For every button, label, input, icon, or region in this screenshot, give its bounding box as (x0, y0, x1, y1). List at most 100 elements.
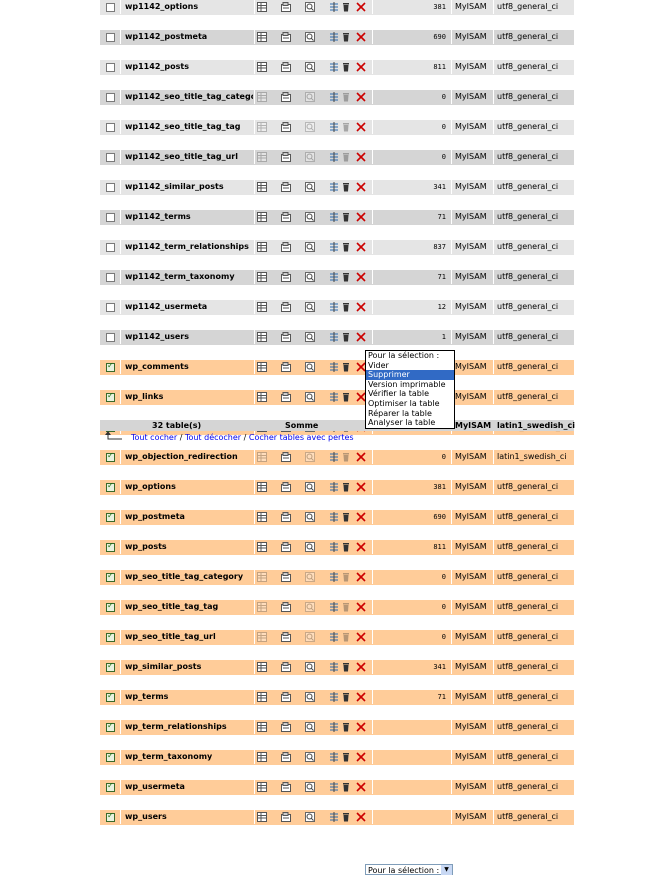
browse-icon[interactable] (257, 662, 267, 672)
row-checkbox[interactable] (100, 150, 120, 164)
empty-icon[interactable] (341, 752, 351, 762)
table-name[interactable]: wp_term_taxonomy (121, 750, 253, 764)
insert-icon[interactable] (329, 302, 339, 312)
insert-icon[interactable] (329, 452, 339, 462)
browse-icon[interactable] (257, 212, 267, 222)
browse-icon[interactable] (257, 362, 267, 372)
search-icon[interactable] (305, 752, 315, 762)
empty-icon[interactable] (341, 242, 351, 252)
row-checkbox[interactable] (100, 330, 120, 344)
search-icon[interactable] (305, 662, 315, 672)
structure-icon[interactable] (281, 452, 291, 462)
table-name[interactable]: wp_users (121, 810, 253, 824)
structure-icon[interactable] (281, 2, 291, 12)
empty-icon[interactable] (341, 212, 351, 222)
drop-icon[interactable] (356, 542, 366, 552)
row-checkbox[interactable] (100, 90, 120, 104)
structure-icon[interactable] (281, 512, 291, 522)
dropdown-option[interactable]: Supprimer (366, 370, 454, 380)
drop-icon[interactable] (356, 122, 366, 132)
structure-icon[interactable] (281, 392, 291, 402)
search-icon[interactable] (305, 272, 315, 282)
browse-icon[interactable] (257, 722, 267, 732)
structure-icon[interactable] (281, 542, 291, 552)
browse-icon[interactable] (257, 602, 267, 612)
empty-icon[interactable] (341, 362, 351, 372)
search-icon[interactable] (305, 782, 315, 792)
dropdown-option[interactable]: Pour la sélection : (366, 351, 454, 361)
browse-icon[interactable] (257, 512, 267, 522)
search-icon[interactable] (305, 392, 315, 402)
search-icon[interactable] (305, 302, 315, 312)
search-icon[interactable] (305, 122, 315, 132)
check-overhead-link[interactable]: Cocher tables avec pertes (249, 433, 354, 442)
row-checkbox[interactable]: ✓ (100, 540, 120, 554)
row-checkbox[interactable] (100, 270, 120, 284)
structure-icon[interactable] (281, 782, 291, 792)
structure-icon[interactable] (281, 182, 291, 192)
empty-icon[interactable] (341, 182, 351, 192)
structure-icon[interactable] (281, 482, 291, 492)
search-icon[interactable] (305, 482, 315, 492)
empty-icon[interactable] (341, 632, 351, 642)
search-icon[interactable] (305, 452, 315, 462)
empty-icon[interactable] (341, 2, 351, 12)
browse-icon[interactable] (257, 302, 267, 312)
row-checkbox[interactable]: ✓ (100, 750, 120, 764)
chevron-down-icon[interactable]: ▼ (441, 865, 452, 875)
table-name[interactable]: wp_terms (121, 690, 253, 704)
browse-icon[interactable] (257, 32, 267, 42)
row-checkbox[interactable] (100, 240, 120, 254)
insert-icon[interactable] (329, 62, 339, 72)
structure-icon[interactable] (281, 152, 291, 162)
search-icon[interactable] (305, 692, 315, 702)
row-checkbox[interactable]: ✓ (100, 600, 120, 614)
structure-icon[interactable] (281, 722, 291, 732)
row-checkbox[interactable] (100, 210, 120, 224)
browse-icon[interactable] (257, 62, 267, 72)
drop-icon[interactable] (356, 332, 366, 342)
insert-icon[interactable] (329, 2, 339, 12)
insert-icon[interactable] (329, 332, 339, 342)
insert-icon[interactable] (329, 92, 339, 102)
empty-icon[interactable] (341, 452, 351, 462)
insert-icon[interactable] (329, 182, 339, 192)
row-checkbox[interactable] (100, 60, 120, 74)
insert-icon[interactable] (329, 782, 339, 792)
table-name[interactable]: wp1142_posts (121, 60, 253, 74)
row-checkbox[interactable] (100, 0, 120, 14)
insert-icon[interactable] (329, 392, 339, 402)
structure-icon[interactable] (281, 662, 291, 672)
table-name[interactable]: wp_seo_title_tag_category (121, 570, 253, 584)
search-icon[interactable] (305, 542, 315, 552)
table-name[interactable]: wp_seo_title_tag_tag (121, 600, 253, 614)
dropdown-option[interactable]: Analyser la table (366, 418, 454, 428)
table-name[interactable]: wp_options (121, 480, 253, 494)
browse-icon[interactable] (257, 392, 267, 402)
row-checkbox[interactable]: ✓ (100, 390, 120, 404)
row-checkbox[interactable]: ✓ (100, 810, 120, 824)
drop-icon[interactable] (356, 662, 366, 672)
insert-icon[interactable] (329, 752, 339, 762)
browse-icon[interactable] (257, 482, 267, 492)
search-icon[interactable] (305, 152, 315, 162)
empty-icon[interactable] (341, 482, 351, 492)
row-checkbox[interactable]: ✓ (100, 510, 120, 524)
empty-icon[interactable] (341, 92, 351, 102)
empty-icon[interactable] (341, 602, 351, 612)
table-name[interactable]: wp1142_seo_title_tag_category (121, 90, 253, 104)
drop-icon[interactable] (356, 182, 366, 192)
structure-icon[interactable] (281, 212, 291, 222)
table-name[interactable]: wp1142_seo_title_tag_tag (121, 120, 253, 134)
browse-icon[interactable] (257, 272, 267, 282)
drop-icon[interactable] (356, 302, 366, 312)
drop-icon[interactable] (356, 152, 366, 162)
drop-icon[interactable] (356, 572, 366, 582)
browse-icon[interactable] (257, 152, 267, 162)
drop-icon[interactable] (356, 782, 366, 792)
table-name[interactable]: wp_usermeta (121, 780, 253, 794)
search-icon[interactable] (305, 602, 315, 612)
row-checkbox[interactable]: ✓ (100, 450, 120, 464)
table-name[interactable]: wp_postmeta (121, 510, 253, 524)
structure-icon[interactable] (281, 302, 291, 312)
